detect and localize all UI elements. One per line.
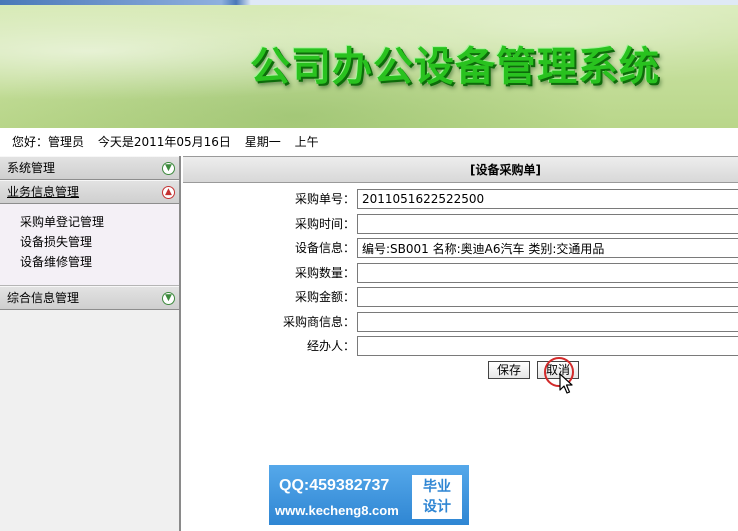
watermark-badge-line2: 设计 [423,499,451,515]
watermark-qq: QQ:459382737 [279,477,390,494]
form-row-quantity: 采购数量： [183,261,738,286]
form-title: [设备采购单] [183,156,738,183]
form-row-order-number: 采购单号： [183,187,738,212]
header-banner: 公司办公设备管理系统 [0,0,738,128]
field-label: 采购单号： [294,192,355,206]
order-number-input[interactable] [357,189,738,209]
sidebar-item-equipment-repair[interactable]: 设备维修管理 [20,252,179,272]
greeting-weekday: 星期一 [244,135,281,149]
watermark-banner: QQ:459382737 www.kecheng8.com 毕业 设计 [269,465,469,525]
form-row-handler: 经办人： [183,334,738,359]
form-row-supplier: 采购商信息： [183,310,738,335]
expand-icon[interactable]: ▼ [162,292,175,305]
sidebar-section-label: 综合信息管理 [7,291,80,305]
sidebar-submenu: 采购单登记管理 设备损失管理 设备维修管理 [0,204,179,286]
watermark-badge-line1: 毕业 [423,479,451,495]
sidebar-section-business[interactable]: 业务信息管理 ▲ [0,180,179,204]
field-label: 采购时间： [294,216,355,231]
quantity-input[interactable] [357,262,738,283]
field-label: 经办人： [306,339,355,353]
save-button[interactable]: 保存 [488,361,530,379]
sidebar: 系统管理 ▼ 业务信息管理 ▲ 采购单登记管理 设备损失管理 设备维修管理 综合… [0,156,181,531]
form-buttons: 保存 取消 [183,357,738,394]
amount-input[interactable] [357,287,738,307]
sidebar-item-purchase-register[interactable]: 采购单登记管理 [20,212,179,232]
sidebar-section-label: 业务信息管理 [7,185,80,199]
cancel-button[interactable]: 取消 [537,361,579,379]
system-title: 公司办公设备管理系统 [250,43,660,90]
greeting-period: 上午 [294,135,319,149]
sidebar-section-system[interactable]: 系统管理 ▼ [0,156,179,180]
form-row-purchase-time: 采购时间： [183,212,738,237]
sidebar-section-label: 系统管理 [7,161,56,175]
equipment-info-input[interactable] [357,238,738,258]
watermark-url: www.kecheng8.com [275,503,399,518]
watermark-badge: 毕业 设计 [412,475,462,519]
form-row-equipment-info: 设备信息： [183,236,738,261]
field-label: 设备信息： [294,241,355,255]
collapse-icon[interactable]: ▲ [162,186,175,199]
supplier-input[interactable] [357,311,738,332]
purchase-time-input[interactable] [357,213,738,234]
field-label: 采购金额： [294,290,355,304]
handler-input[interactable] [357,336,738,356]
field-label: 采购数量： [294,265,355,280]
expand-icon[interactable]: ▼ [162,162,175,175]
field-label: 采购商信息： [282,314,355,329]
sidebar-item-equipment-loss[interactable]: 设备损失管理 [20,232,179,252]
sidebar-section-comprehensive[interactable]: 综合信息管理 ▼ [0,286,179,310]
greeting-bar: 您好：管理员 今天是2011年05月16日 星期一 上午 [0,128,738,156]
browser-top-edge [0,0,738,5]
greeting-date: 今天是2011年05月16日 [97,135,231,149]
form-row-amount: 采购金额： [183,285,738,310]
purchase-form: 采购单号： 采购时间： 设备信息： 采购数量： 采购金额： 采购商信息： 经办人… [183,183,738,359]
greeting-user: 您好：管理员 [12,135,85,149]
